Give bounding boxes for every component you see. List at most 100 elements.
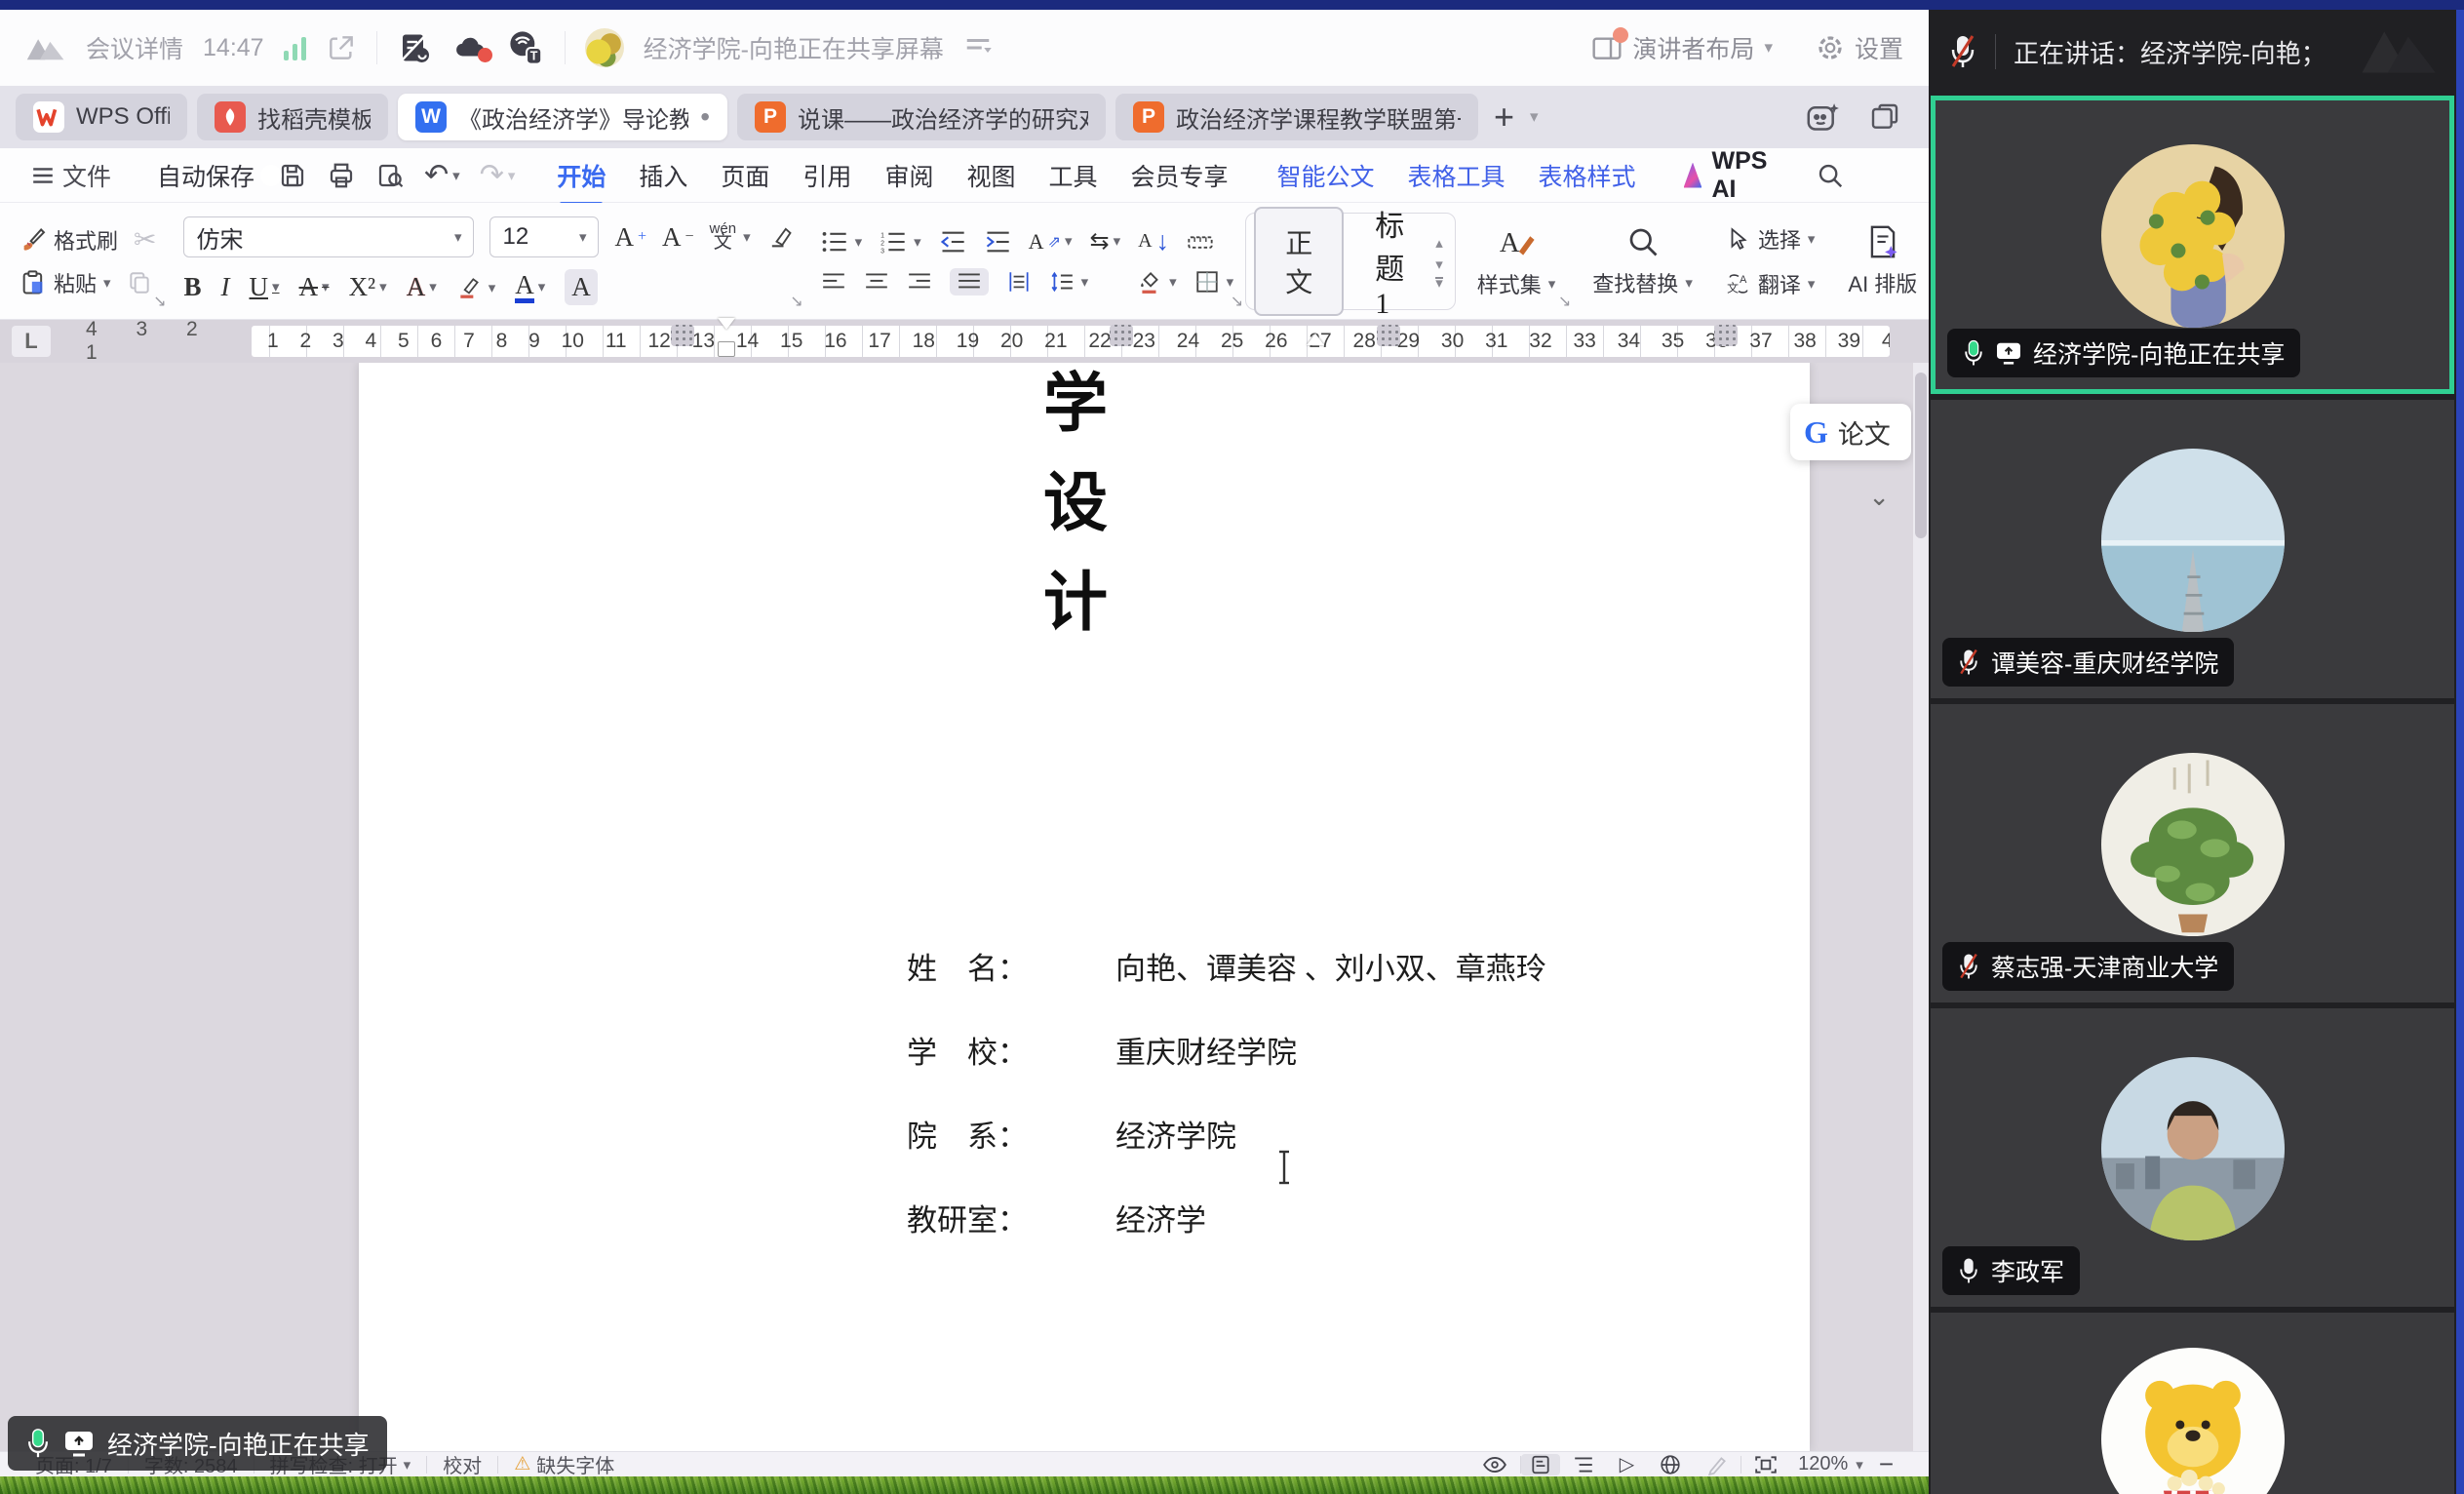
proofread-button[interactable]: 校对	[427, 1450, 497, 1478]
right-indent-marker[interactable]	[1307, 334, 1324, 345]
style-heading1[interactable]: 标题 1	[1357, 188, 1422, 334]
shading-button[interactable]: ▾	[1137, 269, 1177, 295]
italic-button[interactable]: I	[221, 272, 230, 302]
strikethrough-button[interactable]: A ▾	[299, 272, 330, 302]
font-size-select[interactable]: 12▾	[489, 216, 599, 257]
tab-list-chevron[interactable]: ▾	[1530, 107, 1539, 127]
tab-docer-templates[interactable]: 找稻壳模板	[197, 94, 388, 140]
text-effects-button[interactable]: A ▾	[407, 272, 437, 302]
menu-member[interactable]: 会员专享	[1114, 158, 1244, 193]
superscript-button[interactable]: X² ▾	[349, 272, 387, 302]
align-center-button[interactable]	[864, 271, 889, 293]
scrollbar-thumb[interactable]	[1915, 373, 1927, 538]
translate-button[interactable]: 文A 翻译▾	[1726, 268, 1816, 299]
menu-review[interactable]: 审阅	[868, 158, 950, 193]
text-direction-button[interactable]: A⇗▾	[1029, 229, 1073, 255]
tab-stop-selector[interactable]: L	[12, 326, 51, 357]
wps-ai-assistant-icon[interactable]	[1806, 100, 1841, 134]
menu-table-style[interactable]: 表格样式	[1522, 158, 1653, 193]
copy-button[interactable]	[127, 270, 152, 295]
style-set-button[interactable]: A 样式集▾	[1477, 223, 1556, 299]
cast-screen-icon[interactable]: T	[508, 30, 545, 65]
styles-expand-icon[interactable]: ▾	[1435, 277, 1443, 288]
undo-button[interactable]: ↶▾	[414, 161, 470, 190]
meeting-notes-disabled-icon[interactable]	[397, 30, 432, 65]
document-page[interactable]: 学 设 计 姓 名： 向艳、谭美容 、刘小双、章燕玲 学 校： 重庆财经学院 院…	[359, 363, 1810, 1451]
missing-font-warning[interactable]: ⚠ 缺失字体	[498, 1450, 630, 1478]
decrease-indent-button[interactable]	[939, 230, 966, 254]
horizontal-ruler[interactable]: L 4 3 2 1 1 2 3 4 5 6 7 8 9 10 11 12 13 …	[0, 320, 1929, 363]
zoom-level[interactable]: 120%	[1790, 1453, 1856, 1475]
align-right-button[interactable]	[907, 271, 932, 293]
ai-layout-button[interactable]: AI 排版	[1848, 224, 1917, 298]
dialog-launcher-icon[interactable]: ↘	[790, 292, 802, 311]
window-views-icon[interactable]	[1868, 101, 1901, 133]
decrease-font-button[interactable]: A−	[662, 222, 694, 253]
ribbon-search-button[interactable]	[1806, 161, 1855, 190]
styles-down-icon[interactable]: ▾	[1435, 256, 1443, 273]
outline-view-button[interactable]	[1560, 1455, 1607, 1474]
styles-up-icon[interactable]: ▴	[1435, 234, 1443, 252]
eye-view-icon[interactable]	[1469, 1455, 1520, 1474]
share-window-icon[interactable]	[326, 32, 357, 63]
font-name-select[interactable]: 仿宋▾	[183, 216, 474, 257]
pinyin-guide-button[interactable]: wén文 ▾	[710, 223, 751, 250]
table-column-marker[interactable]	[671, 325, 694, 346]
print-preview-button[interactable]	[366, 161, 414, 190]
ruler-toggle-button[interactable]	[1187, 231, 1214, 253]
paste-button[interactable]: 粘贴▾	[20, 267, 111, 298]
align-left-button[interactable]	[821, 271, 846, 293]
menu-insert[interactable]: 插入	[622, 158, 704, 193]
increase-indent-button[interactable]	[984, 230, 1011, 254]
dialog-launcher-icon[interactable]: ↘	[1231, 292, 1243, 311]
first-line-indent-marker[interactable]	[718, 318, 735, 330]
dialog-launcher-icon[interactable]: ↘	[1558, 292, 1571, 311]
dialog-launcher-icon[interactable]: ↘	[153, 292, 166, 311]
style-normal[interactable]: 正文	[1254, 207, 1344, 316]
tab-document-active[interactable]: W 《政治经济学》导论教学设计.do •	[398, 94, 727, 140]
ink-annotate-button[interactable]	[1694, 1454, 1740, 1475]
table-column-marker[interactable]	[1110, 325, 1133, 346]
menu-page[interactable]: 页面	[704, 158, 786, 193]
paper-check-tool[interactable]: G 论文	[1790, 404, 1911, 460]
meeting-detail-button[interactable]: 会议详情	[86, 30, 183, 65]
hanging-indent-marker[interactable]	[718, 341, 735, 357]
align-justify-button[interactable]	[950, 268, 989, 295]
cloud-record-icon[interactable]	[451, 31, 489, 64]
fit-page-button[interactable]	[1741, 1454, 1790, 1475]
table-column-marker[interactable]	[1377, 325, 1400, 346]
bold-button[interactable]: B	[183, 272, 201, 302]
numbered-list-button[interactable]: 123▾	[880, 230, 921, 254]
cut-button[interactable]: ✂	[134, 223, 156, 256]
wps-ai-button[interactable]: WPS AI	[1668, 147, 1790, 204]
speaker-layout-button[interactable]: 演讲者布局 ▾	[1591, 30, 1773, 65]
distribute-button[interactable]	[1006, 271, 1032, 293]
menu-cite[interactable]: 引用	[786, 158, 868, 193]
menu-view[interactable]: 视图	[950, 158, 1032, 193]
collapse-chevron-icon[interactable]: ⌄	[1868, 482, 1890, 512]
font-color-button[interactable]: A ▾	[515, 272, 545, 303]
select-button[interactable]: 选择▾	[1726, 223, 1816, 255]
char-shading-button[interactable]: A	[565, 269, 598, 305]
line-spacing-button[interactable]: ▾	[1049, 270, 1089, 294]
menu-tools[interactable]: 工具	[1032, 158, 1114, 193]
wrap-settings-button[interactable]: ⇆▾	[1090, 227, 1121, 256]
read-mode-button[interactable]: ▷	[1607, 1452, 1647, 1476]
web-view-button[interactable]	[1647, 1454, 1694, 1475]
settings-button[interactable]: 设置	[1816, 30, 1903, 65]
find-replace-button[interactable]: 查找替换▾	[1592, 224, 1693, 298]
format-painter-button[interactable]: 格式刷	[20, 224, 118, 256]
underline-button[interactable]: U ▾	[250, 272, 280, 302]
sort-button[interactable]: A↓	[1138, 226, 1169, 256]
menu-home[interactable]: 开始	[540, 158, 622, 193]
zoom-chevron-icon[interactable]: ▾	[1856, 1456, 1863, 1474]
zoom-out-button[interactable]: −	[1863, 1449, 1909, 1479]
borders-button[interactable]: ▾	[1194, 269, 1234, 295]
participant-tile[interactable]: 蔡志强-天津商业大学	[1931, 704, 2454, 1003]
redo-button[interactable]: ↷▾	[470, 161, 526, 190]
vertical-scrollbar[interactable]	[1913, 363, 1929, 1451]
participant-tile[interactable]	[1931, 1313, 2454, 1494]
clear-format-button[interactable]	[766, 223, 794, 251]
table-column-marker[interactable]	[1714, 325, 1738, 346]
sharing-list-icon[interactable]	[963, 35, 993, 60]
